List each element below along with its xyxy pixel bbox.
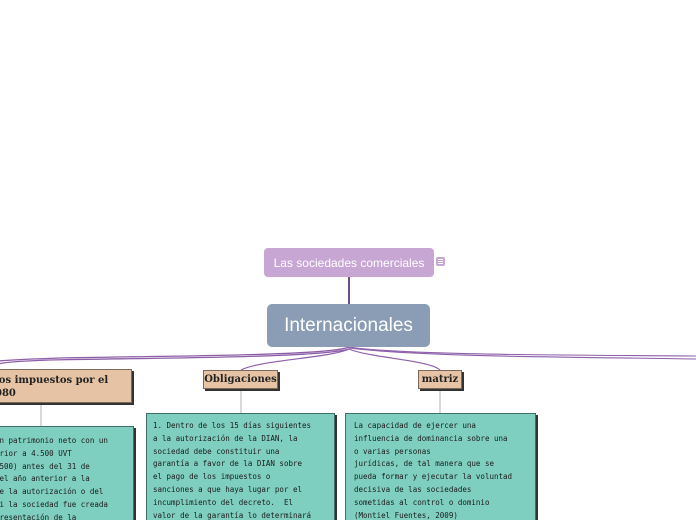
description-line: sociedad debe constituir una <box>153 446 280 456</box>
description-line: el pago de los impuestos o <box>153 472 271 482</box>
topic-title-line: los impuestos por el <box>0 375 109 386</box>
description-line: decisiva de las sociedades <box>354 484 472 494</box>
description-line: sometidas al control o dominio <box>354 497 490 507</box>
description-line: erior a 4.500 UVT <box>0 448 72 458</box>
topic-title-line: 080 <box>0 388 16 399</box>
description-line: si la sociedad fue creada <box>0 499 108 509</box>
description-line: sanciones a que haya lugar por el <box>153 484 303 494</box>
description-impuestos[interactable]: un patrimonio neto con un erior a 4.500 … <box>0 426 134 520</box>
description-line: a la autorización de la DIAN, la <box>153 433 298 443</box>
description-line: incumplimiento del decreto. El <box>153 497 293 507</box>
description-line: 1. Dentro de los 15 días siguientes <box>153 421 312 430</box>
central-topic-label: Internacionales <box>284 314 413 336</box>
description-line: influencia de dominancia sobre una <box>354 433 508 443</box>
description-line: garantía a favor de la DIAN sobre <box>153 459 303 469</box>
description-line: .500) antes del 31 de <box>0 461 90 471</box>
description-obligaciones[interactable]: 1. Dentro de los 15 días siguientes a la… <box>146 413 335 520</box>
description-line: un patrimonio neto con un <box>0 436 108 445</box>
description-line: pueda formar y ejecutar la voluntad <box>354 472 513 482</box>
connector-central-right-1 <box>348 346 696 357</box>
connector-central-right-2 <box>348 347 696 360</box>
notes-icon[interactable] <box>436 257 445 266</box>
description-line: presentación de la <box>0 512 77 520</box>
description-matriz[interactable]: La capacidad de ejercer una influencia d… <box>345 413 536 520</box>
description-line: (Montiel Fuentes, 2009) <box>354 510 458 520</box>
description-line: jurídicas, de tal manera que se <box>354 459 494 469</box>
parent-node-label: Las sociedades comerciales <box>273 255 425 270</box>
description-line: de la autorización o del <box>0 487 104 497</box>
topic-matriz[interactable]: matriz <box>418 370 462 389</box>
parent-node[interactable]: Las sociedades comerciales <box>264 248 434 277</box>
topic-impuestos[interactable]: los impuestos por el 080 <box>0 369 132 403</box>
topic-obligaciones[interactable]: Obligaciones <box>203 370 278 389</box>
topic-title: matriz <box>421 374 459 385</box>
mind-map-canvas: Las sociedades comerciales Internacional… <box>0 0 696 520</box>
description-line: valor de la garantía lo determinará <box>153 510 312 520</box>
description-line: o varias personas <box>354 446 431 456</box>
description-line: La capacidad de ejercer una <box>354 421 476 430</box>
description-line: del año anterior a la <box>0 474 90 484</box>
central-topic[interactable]: Internacionales <box>267 304 430 347</box>
topic-title: Obligaciones <box>204 374 277 385</box>
